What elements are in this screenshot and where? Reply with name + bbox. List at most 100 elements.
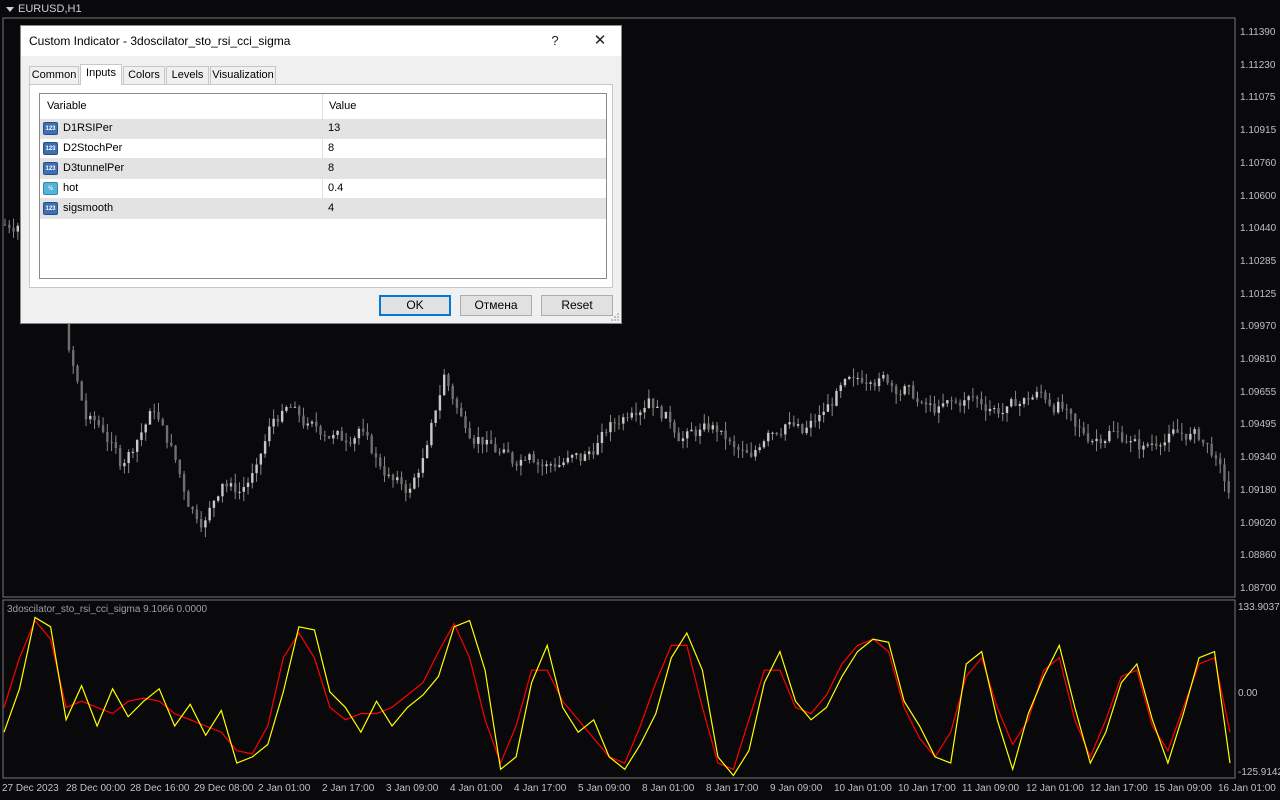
- candle-body: [234, 483, 237, 493]
- row-divider: [322, 139, 323, 159]
- candle-body: [1120, 432, 1124, 442]
- candle-body: [916, 398, 919, 402]
- candle-body: [519, 459, 523, 466]
- table-row[interactable]: 123 D3tunnelPer 8: [40, 159, 606, 179]
- time-tick: 10 Jan 01:00: [834, 783, 892, 794]
- candle-body: [912, 385, 915, 399]
- candle-body: [336, 430, 339, 435]
- variable-value[interactable]: 13: [328, 122, 340, 134]
- candle-body: [622, 417, 625, 424]
- candle-body: [899, 393, 902, 395]
- column-value[interactable]: Value: [329, 100, 356, 112]
- candle-body: [720, 430, 723, 432]
- table-row[interactable]: 123 D1RSIPer 13: [40, 119, 606, 139]
- candle-body: [165, 425, 169, 443]
- candle-body: [89, 415, 92, 420]
- candle-body: [1099, 438, 1103, 444]
- candle-body: [1035, 391, 1039, 398]
- integer-icon: 123: [43, 142, 58, 155]
- candle-body: [272, 418, 275, 427]
- candle-body: [276, 418, 280, 422]
- candle-body: [545, 464, 548, 467]
- candle-body: [839, 385, 842, 392]
- candle-body: [1167, 433, 1171, 443]
- candle-body: [809, 420, 813, 428]
- close-button[interactable]: ✕: [587, 30, 613, 52]
- price-tick: 1.10760: [1240, 157, 1277, 169]
- candle-body: [229, 483, 233, 487]
- candle-body: [1214, 455, 1218, 459]
- price-tick: 1.09180: [1240, 484, 1277, 496]
- candle-body: [204, 520, 207, 528]
- variable-value[interactable]: 4: [328, 202, 334, 214]
- candle-body: [796, 424, 800, 426]
- cancel-button[interactable]: Отмена: [460, 295, 532, 316]
- symbol-label[interactable]: EURUSD,H1: [6, 3, 82, 15]
- candle-body: [724, 430, 727, 440]
- tab-inputs[interactable]: Inputs: [80, 64, 122, 85]
- time-tick: 15 Jan 09:00: [1154, 783, 1212, 794]
- candle-body: [950, 400, 953, 402]
- candle-body: [745, 450, 749, 453]
- candle-body: [1108, 430, 1111, 442]
- column-variable[interactable]: Variable: [47, 100, 87, 112]
- reset-button[interactable]: Reset: [541, 295, 613, 316]
- table-row[interactable]: 123 D2StochPer 8: [40, 139, 606, 159]
- candle-body: [694, 429, 697, 436]
- candle-body: [941, 403, 945, 407]
- candle-body: [80, 381, 83, 401]
- price-tick: 1.09655: [1240, 386, 1277, 398]
- candle-body: [954, 400, 958, 403]
- table-row[interactable]: ½ hot 0.4: [40, 179, 606, 199]
- candle-body: [1052, 405, 1056, 413]
- help-button[interactable]: ?: [543, 30, 567, 52]
- column-divider[interactable]: [322, 94, 323, 119]
- variable-value[interactable]: 0.4: [328, 182, 343, 194]
- row-divider: [322, 159, 323, 179]
- resize-grip-icon[interactable]: [611, 313, 619, 321]
- price-tick: 1.09810: [1240, 354, 1277, 365]
- candle-body: [583, 454, 587, 461]
- tab-common[interactable]: Common: [29, 66, 79, 84]
- candle-body: [877, 378, 881, 387]
- candle-body: [191, 506, 194, 510]
- candle-body: [12, 227, 15, 232]
- candle-body: [442, 374, 446, 396]
- row-divider: [322, 199, 323, 219]
- price-tick: 1.10915: [1240, 125, 1277, 137]
- variable-value[interactable]: 8: [328, 162, 334, 174]
- candle-body: [353, 438, 356, 444]
- candle-body: [570, 455, 574, 458]
- variable-value[interactable]: 8: [328, 142, 334, 154]
- table-row[interactable]: 123 sigsmooth 4: [40, 199, 606, 219]
- candle-body: [140, 432, 143, 440]
- candle-body: [690, 429, 693, 432]
- ok-button[interactable]: OK: [379, 295, 451, 316]
- candle-body: [609, 422, 612, 433]
- candle-body: [579, 453, 582, 461]
- indicator-lines: [3, 616, 1231, 777]
- dialog-titlebar[interactable]: Custom Indicator - 3doscilator_sto_rsi_c…: [21, 26, 621, 56]
- tab-levels[interactable]: Levels: [166, 66, 209, 84]
- candle-body: [1137, 439, 1141, 450]
- candle-body: [76, 365, 79, 382]
- candle-body: [148, 411, 152, 425]
- candle-body: [1150, 443, 1154, 445]
- candle-body: [221, 483, 224, 497]
- candle-body: [404, 484, 408, 493]
- time-tick: 2 Jan 01:00: [258, 783, 311, 794]
- candle-body: [873, 382, 877, 387]
- candle-body: [656, 406, 659, 408]
- candle-body: [894, 386, 898, 394]
- tab-visualization[interactable]: Visualization: [210, 66, 276, 84]
- candle-body: [865, 382, 868, 384]
- candle-body: [1184, 433, 1188, 440]
- candle-body: [332, 434, 335, 439]
- time-tick: 28 Dec 00:00: [66, 783, 126, 794]
- candle-body: [182, 474, 186, 492]
- candle-body: [468, 428, 471, 439]
- candle-body: [963, 400, 966, 406]
- symbol-dropdown-icon[interactable]: [6, 6, 14, 12]
- candle-body: [344, 440, 348, 443]
- tab-colors[interactable]: Colors: [123, 66, 165, 84]
